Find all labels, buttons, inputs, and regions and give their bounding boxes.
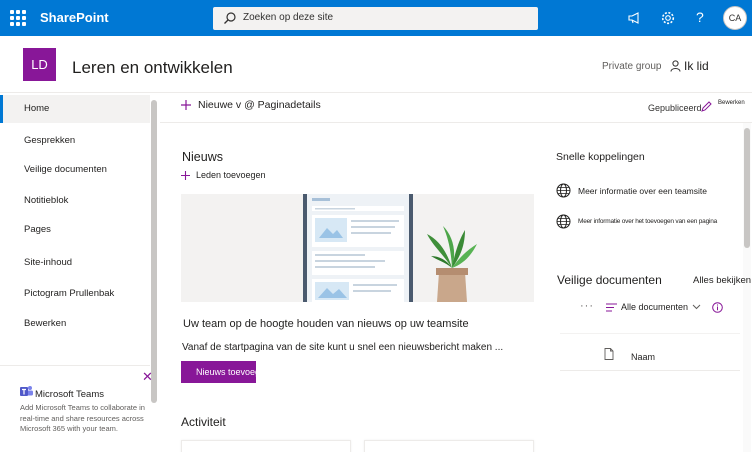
add-news-link[interactable]: Leden toevoegen (181, 170, 266, 180)
news-illustration[interactable] (181, 194, 534, 302)
nav-item-home[interactable]: Home (0, 95, 150, 123)
view-selector-label: Alle documenten (621, 302, 689, 312)
app-launcher-icon[interactable] (10, 10, 26, 26)
plus-icon (181, 170, 190, 180)
news-title: Nieuws (182, 150, 223, 164)
search-icon (224, 12, 236, 24)
activity-title: Activiteit (181, 415, 226, 429)
documents-title: Veilige documenten (557, 273, 662, 287)
nav-divider (0, 365, 150, 366)
news-illustration-graphic (181, 194, 534, 302)
globe-icon (556, 214, 571, 229)
teams-promo-title: Microsoft Teams (35, 389, 104, 400)
join-group-button[interactable]: Ik lid (670, 59, 709, 73)
chevron-down-icon (692, 304, 701, 310)
group-privacy-label: Private group (602, 61, 662, 72)
publish-status: Gepubliceerd (648, 103, 702, 113)
join-group-label: Ik lid (684, 59, 709, 73)
documents-header-divider (560, 333, 740, 334)
search-placeholder: Zoeken op deze site (243, 12, 334, 23)
add-news-label: Leden toevoegen (196, 170, 266, 180)
info-icon[interactable] (712, 302, 723, 313)
news-snippet: Vanaf de startpagina van de site kunt u … (182, 342, 504, 353)
quick-link-item[interactable]: Meer informatie over het toevoegen van e… (556, 214, 717, 229)
nav-item-conversations[interactable]: Gesprekken (0, 127, 150, 155)
column-header-name[interactable]: Naam (631, 352, 655, 362)
person-icon (670, 60, 681, 72)
command-bar-divider (160, 122, 752, 123)
nav-scrollbar[interactable] (151, 100, 157, 403)
quick-link-label: Meer informatie over een teamsite (578, 185, 707, 196)
nav-item-site-contents[interactable]: Site-inhoud (0, 249, 150, 277)
nav-item-recycle-bin[interactable]: Pictogram Prullenbak (0, 280, 150, 308)
view-selector[interactable]: Alle documenten (606, 302, 701, 312)
search-box[interactable]: Zoeken op deze site (213, 7, 538, 30)
new-button-label: Nieuwe v @ Paginadetails (198, 99, 321, 111)
quick-links-title: Snelle koppelingen (556, 151, 645, 163)
news-headline[interactable]: Uw team op de hoogte houden van nieuws o… (183, 318, 469, 330)
file-icon (604, 348, 614, 360)
nav-item-secure-documents[interactable]: Veilige documenten (0, 156, 150, 184)
site-logo[interactable]: LD (23, 48, 56, 81)
close-icon[interactable]: ✕ (142, 369, 153, 385)
more-options-icon[interactable]: ··· (580, 300, 594, 312)
list-view-icon (606, 303, 617, 311)
teams-icon (20, 386, 33, 396)
new-button[interactable]: Nieuwe v @ Paginadetails (181, 99, 321, 111)
plus-icon (181, 100, 191, 110)
nav-item-notebook[interactable]: Notitieblok (0, 187, 150, 215)
quick-link-item[interactable]: Meer informatie over een teamsite (556, 183, 707, 198)
gear-icon[interactable] (659, 9, 677, 27)
see-all-link[interactable]: Alles bekijken (693, 275, 751, 286)
activity-card[interactable] (364, 440, 534, 452)
teams-promo-description: Add Microsoft Teams to collaborate in re… (20, 403, 145, 433)
nav-item-edit[interactable]: Bewerken (0, 310, 150, 338)
quick-link-label: Meer informatie over het toevoegen van e… (578, 218, 718, 225)
user-avatar[interactable]: CA (723, 6, 747, 30)
activity-card[interactable] (181, 440, 351, 452)
pencil-icon[interactable] (700, 101, 712, 113)
main-scrollbar[interactable] (744, 128, 750, 248)
nav-item-pages[interactable]: Pages (0, 216, 150, 244)
add-news-button[interactable]: Nieuws toevoegen (181, 361, 256, 383)
megaphone-icon[interactable] (626, 9, 644, 27)
globe-icon (556, 183, 571, 198)
site-title[interactable]: Leren en ontwikkelen (72, 58, 233, 78)
documents-row-divider (560, 370, 740, 371)
edit-page-button[interactable]: Bewerken (718, 100, 745, 106)
help-icon[interactable]: ? (696, 9, 704, 25)
brand-link[interactable]: SharePoint (40, 10, 109, 25)
